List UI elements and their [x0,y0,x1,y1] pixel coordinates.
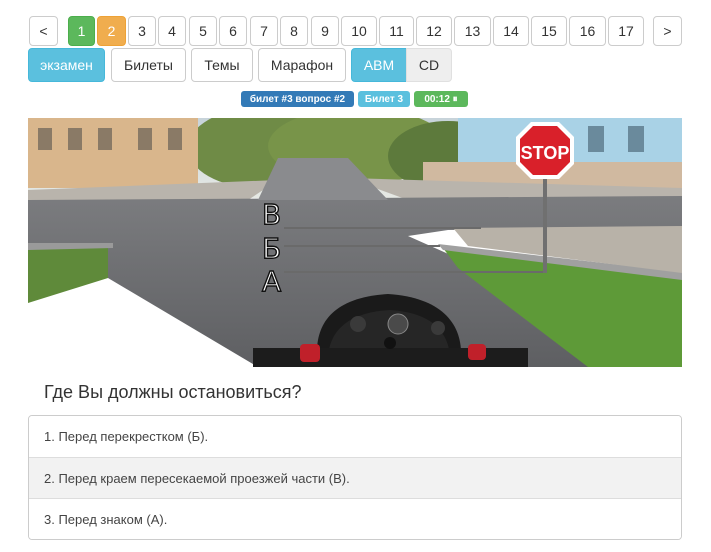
label-a: А [262,265,281,298]
pager-item-13[interactable]: 13 [454,16,491,46]
answer-list: 1. Перед перекрестком (Б). 2. Перед крае… [28,415,682,540]
category-abm-button[interactable]: ABM [351,48,407,82]
status-badges: билет #3 вопрос #2 Билет 3 00:12 ⏸ [0,91,711,108]
ticket-badge: Билет 3 [358,91,410,107]
answer-option-1[interactable]: 1. Перед перекрестком (Б). [29,416,681,457]
timer-badge[interactable]: 00:12 ⏸ [414,91,468,107]
pager-item-7[interactable]: 7 [250,16,278,46]
question-text: Где Вы должны остановиться? [44,382,302,402]
pager-item-2[interactable]: 2 [97,16,126,46]
pager-item-10[interactable]: 10 [341,16,377,46]
pager-item-8[interactable]: 8 [280,16,308,46]
answer-option-3[interactable]: 3. Перед знаком (А). [29,498,681,539]
pager-prev-button[interactable]: < [29,16,58,46]
stop-sign-text: STOP [521,143,570,163]
mode-marathon-button[interactable]: Марафон [258,48,346,82]
pager-item-11[interactable]: 11 [379,16,414,46]
question-ref-badge: билет #3 вопрос #2 [241,91,354,107]
pager-item-9[interactable]: 9 [311,16,339,46]
pager-item-3[interactable]: 3 [128,16,156,46]
label-v: В [262,198,281,231]
intersection-scene: STOP В Б А [28,118,682,367]
question-image: STOP В Б А [28,118,682,367]
mode-topics-button[interactable]: Темы [191,48,253,82]
mode-exam-button[interactable]: экзамен [28,48,105,82]
pager-item-6[interactable]: 6 [219,16,247,46]
pager-item-16[interactable]: 16 [569,16,606,46]
pager-next-button[interactable]: > [653,16,682,46]
pager-item-4[interactable]: 4 [158,16,186,46]
label-b: Б [262,232,281,265]
pager-item-5[interactable]: 5 [189,16,217,46]
answer-option-2[interactable]: 2. Перед краем пересекаемой проезжей час… [29,457,681,498]
mode-tickets-button[interactable]: Билеты [111,48,186,82]
pager-item-17[interactable]: 17 [608,16,644,46]
category-cd-button[interactable]: CD [406,48,452,82]
pager-item-15[interactable]: 15 [531,16,567,46]
pager-item-12[interactable]: 12 [416,16,452,46]
pager-item-14[interactable]: 14 [493,16,529,46]
pager-item-1[interactable]: 1 [68,16,95,46]
